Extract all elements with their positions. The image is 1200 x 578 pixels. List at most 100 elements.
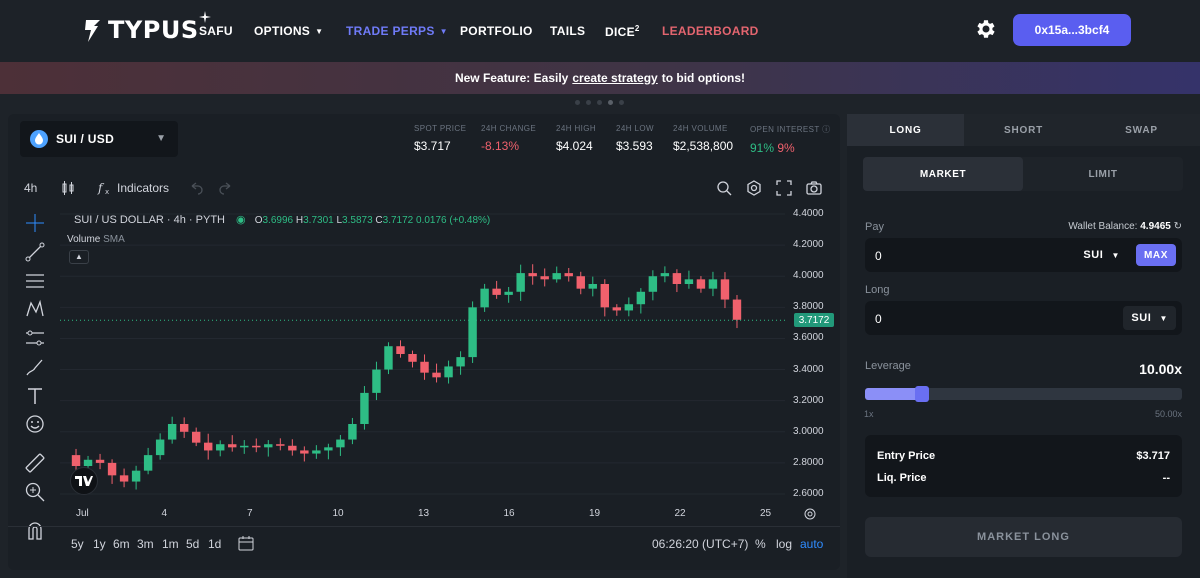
chevron-down-icon: ▼ <box>1111 250 1120 260</box>
candle <box>516 273 525 292</box>
settings-hex-icon[interactable] <box>746 180 762 196</box>
chart-panel: SUI / USD ▼ SPOT PRICE $3.717 24H CHANGE… <box>8 114 840 570</box>
nav-safu[interactable]: SAFU <box>199 24 233 38</box>
announcement-banner: New Feature: Easily create strategy to b… <box>0 62 1200 94</box>
tradingview-logo[interactable] <box>70 467 98 495</box>
pagination-dot-active[interactable] <box>608 100 613 105</box>
long-input[interactable]: 0 SUI ▼ <box>865 301 1182 335</box>
pagination-dot[interactable] <box>586 100 591 105</box>
chart-bottom-bar: 5y 1y 6m 3m 1m 5d 1d 06:26:20 (UTC+7) % … <box>8 526 840 556</box>
time-readout[interactable]: 06:26:20 (UTC+7) <box>652 537 748 551</box>
x-tick-label: 22 <box>674 508 686 519</box>
timeframe-1y[interactable]: 1y <box>93 537 106 551</box>
leverage-slider[interactable] <box>865 386 1182 402</box>
nav-leaderboard[interactable]: LEADERBOARD <box>662 24 759 38</box>
camera-icon[interactable] <box>806 180 822 196</box>
max-button[interactable]: MAX <box>1136 244 1176 266</box>
wallet-button[interactable]: 0x15a...3bcf4 <box>1013 14 1131 46</box>
candle <box>420 361 429 373</box>
stat-open-interest: OPEN INTEREST ⓘ 91% 9% <box>750 124 831 155</box>
timeframe-3m[interactable]: 3m <box>137 537 154 551</box>
tab-short[interactable]: SHORT <box>964 114 1083 146</box>
calendar-icon[interactable] <box>238 535 254 551</box>
trend-line-icon[interactable] <box>24 241 46 263</box>
nav-dice[interactable]: DICE2 <box>605 24 640 39</box>
pagination-dot[interactable] <box>597 100 602 105</box>
candle <box>600 284 609 308</box>
timeframe-1d[interactable]: 1d <box>208 537 221 551</box>
pagination-dot[interactable] <box>619 100 624 105</box>
candle <box>143 455 153 471</box>
candle <box>576 276 585 289</box>
leverage-min: 1x <box>864 409 874 419</box>
candle <box>612 307 622 311</box>
candle <box>107 462 117 476</box>
candle <box>276 444 285 446</box>
pattern-icon[interactable] <box>24 298 46 320</box>
market-long-button[interactable]: MARKET LONG <box>865 517 1182 557</box>
candle <box>396 346 405 354</box>
candle <box>708 279 718 289</box>
tab-long[interactable]: LONG <box>847 114 964 146</box>
long-asset-selector[interactable]: SUI ▼ <box>1123 306 1176 330</box>
timeframe-5d[interactable]: 5d <box>186 537 199 551</box>
redo-icon[interactable] <box>218 180 234 196</box>
candles-icon[interactable] <box>60 180 76 196</box>
candle <box>228 444 237 448</box>
timeframe-6m[interactable]: 6m <box>113 537 130 551</box>
percent-scale-toggle[interactable]: % <box>755 537 766 551</box>
candle <box>360 392 369 424</box>
tab-swap[interactable]: SWAP <box>1083 114 1200 146</box>
zoom-in-icon[interactable] <box>24 481 46 503</box>
banner-link-create-strategy[interactable]: create strategy <box>572 71 657 85</box>
candle <box>372 369 381 393</box>
zoom-search-icon[interactable] <box>716 180 732 196</box>
crosshair-icon[interactable] <box>24 212 46 234</box>
typus-logo[interactable]: TYPUS <box>80 11 211 47</box>
fullscreen-icon[interactable] <box>776 180 792 196</box>
entry-price-label: Entry Price <box>877 450 936 462</box>
pay-amount[interactable]: 0 <box>875 249 882 263</box>
candle <box>179 424 189 432</box>
tab-market[interactable]: MARKET <box>863 157 1023 191</box>
indicators-icon[interactable]: fx <box>97 180 113 196</box>
interval-button[interactable]: 4h <box>24 181 37 195</box>
tab-limit[interactable]: LIMIT <box>1023 157 1183 191</box>
price-chart[interactable] <box>60 208 838 512</box>
nav-portfolio[interactable]: PORTFOLIO <box>460 24 533 38</box>
refresh-icon[interactable]: ↻ <box>1174 221 1182 232</box>
undo-icon[interactable] <box>188 180 204 196</box>
leverage-slider-thumb[interactable] <box>915 386 930 402</box>
forecast-icon[interactable] <box>24 327 46 349</box>
horizontal-lines-icon[interactable] <box>24 270 46 292</box>
long-amount[interactable]: 0 <box>875 312 882 326</box>
pair-selector[interactable]: SUI / USD ▼ <box>20 121 178 157</box>
candle <box>456 357 465 367</box>
axis-settings-icon[interactable] <box>803 507 817 521</box>
y-tick-label: 4.4000 <box>793 208 824 219</box>
auto-scale-toggle[interactable]: auto <box>800 537 823 551</box>
nav-portfolio-label: PORTFOLIO <box>460 24 533 38</box>
candle <box>588 284 597 289</box>
pagination-dot[interactable] <box>575 100 580 105</box>
pay-asset-selector[interactable]: SUI ▼ <box>1075 243 1128 267</box>
stat-value: -8.13% <box>481 139 520 153</box>
emoji-icon[interactable] <box>24 413 46 435</box>
ruler-icon[interactable] <box>24 452 46 474</box>
y-tick-label: 4.2000 <box>793 239 824 251</box>
sui-token-icon <box>30 130 48 148</box>
pay-input[interactable]: 0 SUI ▼ MAX <box>865 238 1182 272</box>
candle <box>324 447 333 451</box>
text-tool-icon[interactable] <box>24 385 46 407</box>
candle <box>684 279 694 284</box>
nav-trade-perps[interactable]: TRADE PERPS ▼ <box>346 24 448 38</box>
gear-icon[interactable] <box>973 17 997 41</box>
timeframe-5y[interactable]: 5y <box>71 537 84 551</box>
timeframe-1m[interactable]: 1m <box>162 537 179 551</box>
info-icon[interactable]: ⓘ <box>822 125 830 134</box>
log-scale-toggle[interactable]: log <box>776 537 792 551</box>
nav-tails[interactable]: TAILS <box>550 24 585 38</box>
indicators-button[interactable]: Indicators <box>117 181 169 195</box>
brush-icon[interactable] <box>24 356 46 378</box>
nav-options[interactable]: OPTIONS ▼ <box>254 24 323 38</box>
